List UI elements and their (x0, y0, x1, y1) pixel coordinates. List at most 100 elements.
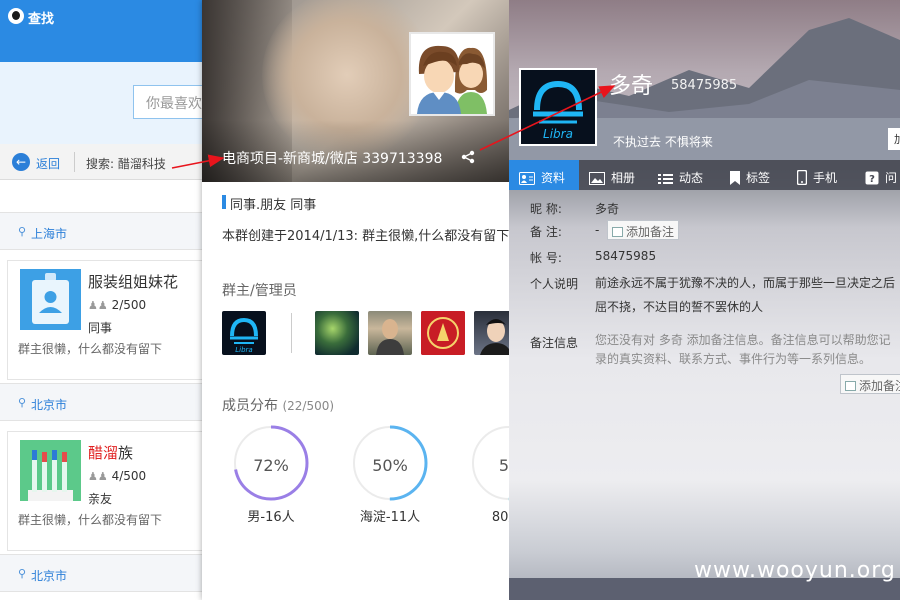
tab-label: 相册 (611, 171, 636, 185)
profile-nickname: 多奇 (609, 74, 654, 99)
admin-avatar[interactable] (315, 311, 359, 355)
search-nav-bar: ← 返回 搜索: 醋溜科技 (0, 144, 215, 180)
profile-avatar[interactable]: Libra (519, 68, 597, 146)
location-row: ⚲ 北京市 (0, 554, 215, 592)
tags-accent-bar (222, 195, 226, 209)
people-icon: ♟♟ (88, 470, 108, 483)
bookmark-icon (730, 171, 740, 185)
avatar-libra-text: Libra (543, 127, 573, 141)
tab-label: 手机 (813, 171, 838, 185)
search-window-titlebar: 查找 (0, 0, 215, 62)
feed-list-icon (658, 174, 673, 184)
group-description: 本群创建于2014/1/13: 群主很懒,什么都没有留下 (222, 229, 510, 244)
people-icon: ♟♟ (88, 299, 108, 312)
tab-profile-info[interactable]: 资料 (509, 160, 579, 190)
search-window: 查找 你最喜欢 ← 返回 搜索: 醋溜科技 ⚲ 上海市 服装组姐妹花 ♟♟ 2/… (0, 0, 215, 600)
location-label[interactable]: 北京市 (31, 396, 67, 413)
field-label-remark: 备 注: (530, 225, 562, 239)
svg-text:Libra: Libra (235, 346, 252, 354)
field-label-signature: 个人说明 (530, 277, 579, 291)
question-icon: ? (865, 171, 879, 185)
tab-feed[interactable]: 动态 (658, 160, 703, 190)
tab-label: 标签 (746, 171, 771, 185)
field-value-remark: - (595, 223, 600, 237)
admin-avatar-owner[interactable]: Libra (222, 311, 266, 355)
add-note-button[interactable]: 添加备注 (840, 374, 900, 394)
tab-label: 问 (885, 171, 898, 185)
tab-label: 资料 (541, 171, 566, 185)
location-label[interactable]: 北京市 (31, 567, 67, 584)
divider (74, 152, 75, 172)
back-button[interactable]: 返回 (36, 155, 60, 172)
tab-album[interactable]: 相册 (589, 160, 635, 190)
member-count-value: 4/500 (111, 469, 147, 483)
tab-label: 动态 (679, 171, 704, 185)
ring-label-gender: 男-16人 (247, 510, 295, 525)
group-name-highlight: 醋溜 (88, 444, 119, 462)
svg-text:?: ? (869, 174, 875, 185)
ring-label-age: 80后- (491, 510, 512, 525)
location-pin-icon: ⚲ (18, 225, 27, 238)
ring-label-area: 海淀-11人 (359, 510, 421, 525)
location-label[interactable]: 上海市 (31, 225, 67, 242)
search-query-crumb: 搜索: 醋溜科技 (86, 157, 166, 171)
location-pin-icon: ⚲ (18, 567, 27, 580)
ring-value-gender: 72% (253, 456, 289, 475)
profile-tabbar: 资料 相册 动态 标签 手机 ? 问 (509, 160, 900, 190)
profile-signature: 不执过去 不惧将来 (613, 135, 713, 149)
location-row: ⚲ 上海市 (0, 212, 215, 250)
relation-tag: 同事 (88, 321, 113, 335)
admin-avatar[interactable] (474, 311, 512, 355)
field-value-nickname: 多奇 (595, 202, 620, 216)
liverpool-badge-avatar[interactable] (421, 311, 465, 355)
back-arrow-icon[interactable]: ← (12, 153, 30, 171)
tab-questions[interactable]: ? 问 (865, 160, 897, 190)
member-count: ♟♟ 4/500 (88, 469, 146, 483)
watermark: www.wooyun.org (694, 558, 896, 583)
ring-value-area: 50% (372, 456, 408, 475)
add-remark-button[interactable]: 添加备注 (607, 220, 680, 240)
qq-penguin-icon (8, 8, 24, 24)
member-count-value: 2/500 (111, 298, 147, 312)
group-result-card[interactable]: 醋溜族 ♟♟ 4/500 亲友 群主很懒，什么都没有留下 (7, 431, 215, 551)
location-pin-icon: ⚲ (18, 396, 27, 409)
group-name[interactable]: 醋溜族 (88, 442, 133, 463)
admins-title: 群主/管理员 (222, 283, 297, 299)
group-description: 群主很懒，什么都没有留下 (18, 513, 163, 527)
couple-avatar-icon (409, 32, 495, 116)
group-result-card[interactable]: 服装组姐妹花 ♟♟ 2/500 同事 群主很懒，什么都没有留下 (7, 260, 215, 380)
edit-note-icon (845, 381, 856, 391)
id-badge-icon[interactable] (20, 269, 81, 330)
group-name[interactable]: 服装组姐妹花 (88, 271, 178, 292)
window-title: 查找 (28, 12, 55, 27)
field-value-signature: 前途永远不属于犹豫不决的人，而属于那些一旦决定之后屈不挠，不达目的誓不罢休的人 (595, 276, 896, 314)
group-card-window: 电商项目-新商城/微店 339713398 同事.朋友 同事 本群创建于2014… (202, 0, 512, 600)
admin-divider (291, 313, 292, 353)
members-title-text: 成员分布 (222, 398, 278, 414)
add-note-label: 添加备注 (859, 379, 900, 393)
group-description: 群主很懒，什么都没有留下 (18, 342, 163, 356)
add-remark-label: 添加备注 (626, 225, 675, 239)
id-card-icon (519, 172, 535, 185)
tab-tags[interactable]: 标签 (730, 160, 770, 190)
tab-phone[interactable]: 手机 (797, 160, 837, 190)
mobile-phone-icon (797, 170, 807, 185)
group-tags: 同事.朋友 同事 (230, 198, 317, 213)
admin-avatar[interactable] (368, 311, 412, 355)
field-value-note: 您还没有对 多奇 添加备注信息。备注信息可以帮助您记录的真实资料、联系方式、事件… (595, 333, 891, 366)
profile-window: Libra 多奇 58475985 不执过去 不惧将来 加 资料 相册 动态 标… (509, 0, 900, 600)
relation-tag: 亲友 (88, 492, 113, 506)
member-count: ♟♟ 2/500 (88, 298, 146, 312)
field-label-note: 备注信息 (530, 336, 579, 350)
ring-value-age: 50 (498, 456, 512, 475)
members-count: (22/500) (282, 399, 335, 413)
group-name-rest: 族 (118, 444, 134, 462)
members-title: 成员分布 (22/500) (222, 395, 334, 415)
field-label-account: 帐 号: (530, 251, 562, 265)
add-friend-button[interactable]: 加 (888, 128, 900, 150)
toothbrush-icon[interactable] (20, 440, 81, 501)
profile-qq-number: 58475985 (671, 78, 738, 93)
group-headline: 电商项目-新商城/微店 339713398 (222, 151, 443, 167)
share-icon[interactable] (461, 150, 475, 164)
photo-album-icon (589, 172, 605, 185)
